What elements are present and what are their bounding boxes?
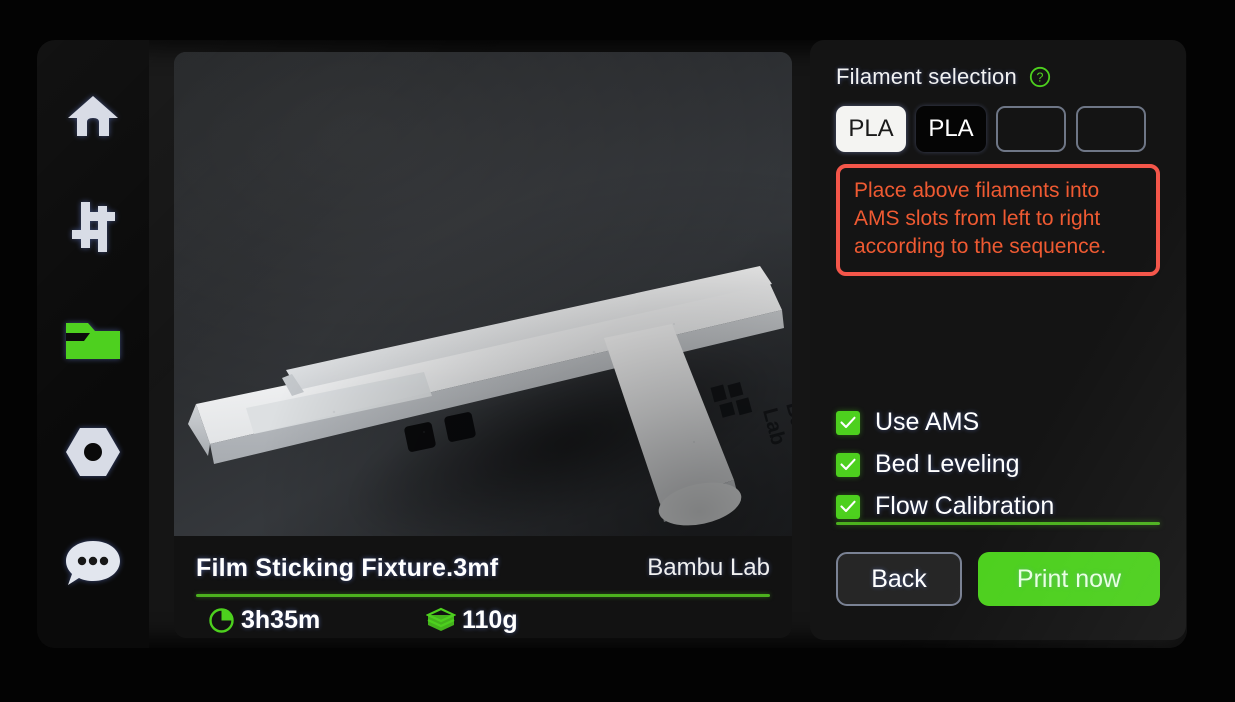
sidebar-item-home[interactable] bbox=[60, 88, 126, 144]
sidebar-item-messages[interactable] bbox=[60, 536, 126, 592]
checkbox-use-ams[interactable] bbox=[836, 410, 860, 435]
settings-panel: Filament selection ? PLA PLA Place above… bbox=[810, 40, 1186, 640]
filament-slot-4[interactable] bbox=[1076, 106, 1146, 152]
sidebar-item-files[interactable] bbox=[60, 312, 126, 368]
hex-nut-icon bbox=[64, 426, 122, 478]
filament-stack-icon bbox=[426, 607, 462, 634]
back-button[interactable]: Back bbox=[836, 552, 962, 606]
sliders-icon bbox=[65, 202, 121, 254]
filament-weight-value: 110g bbox=[462, 605, 518, 634]
action-button-row: Back Print now bbox=[836, 552, 1160, 606]
svg-text:?: ? bbox=[1036, 71, 1043, 85]
sidebar-item-control[interactable] bbox=[60, 200, 126, 256]
model-photo[interactable]: Bambu Lab bbox=[174, 52, 792, 536]
photo-vignette bbox=[174, 52, 792, 536]
filament-slot-2-label: PLA bbox=[928, 115, 974, 142]
home-icon bbox=[65, 92, 121, 140]
filament-slot-1-label: PLA bbox=[848, 115, 894, 142]
clock-icon bbox=[208, 607, 241, 634]
option-flow-calibration[interactable]: Flow Calibration bbox=[836, 492, 1160, 521]
model-preview-card: Bambu Lab Film Sticking Fixture.3mf Bamb… bbox=[174, 52, 792, 638]
printer-touchscreen: Bambu Lab Film Sticking Fixture.3mf Bamb… bbox=[0, 0, 1235, 702]
filament-slot-group: PLA PLA bbox=[836, 106, 1160, 152]
folder-icon bbox=[64, 317, 122, 363]
print-time-stat: 3h35m bbox=[208, 606, 426, 635]
filament-selection-header: Filament selection ? bbox=[836, 62, 1160, 92]
filament-slot-1[interactable]: PLA bbox=[836, 106, 906, 152]
section-title: Filament selection bbox=[836, 64, 1017, 89]
print-now-button[interactable]: Print now bbox=[978, 552, 1160, 606]
file-info-strip: Film Sticking Fixture.3mf Bambu Lab 3h35… bbox=[174, 536, 792, 638]
ams-warning-box: Place above filaments into AMS slots fro… bbox=[836, 164, 1160, 277]
print-options-list: Use AMS Bed Leveling Flow Calibration bbox=[836, 408, 1160, 534]
settings-divider bbox=[836, 522, 1160, 525]
option-use-ams-label: Use AMS bbox=[875, 408, 980, 436]
option-bed-leveling[interactable]: Bed Leveling bbox=[836, 450, 1160, 479]
checkbox-bed-leveling[interactable] bbox=[836, 452, 860, 477]
sidebar-nav bbox=[37, 40, 149, 648]
checkbox-flow-calibration[interactable] bbox=[836, 494, 860, 519]
option-use-ams[interactable]: Use AMS bbox=[836, 408, 1160, 437]
filament-slot-2[interactable]: PLA bbox=[916, 106, 986, 152]
filament-slot-3[interactable] bbox=[996, 106, 1066, 152]
chat-bubble-icon bbox=[64, 539, 122, 589]
print-time-value: 3h35m bbox=[241, 605, 321, 634]
option-flow-calibration-label: Flow Calibration bbox=[875, 492, 1055, 520]
option-bed-leveling-label: Bed Leveling bbox=[875, 450, 1020, 478]
file-name: Film Sticking Fixture.3mf bbox=[196, 553, 499, 582]
sidebar-item-calibration[interactable] bbox=[60, 424, 126, 480]
ams-warning-text: Place above filaments into AMS slots fro… bbox=[854, 179, 1107, 259]
help-circle-icon[interactable]: ? bbox=[1029, 66, 1051, 88]
file-brand: Bambu Lab bbox=[647, 554, 770, 581]
filament-weight-stat: 110g bbox=[426, 606, 518, 635]
